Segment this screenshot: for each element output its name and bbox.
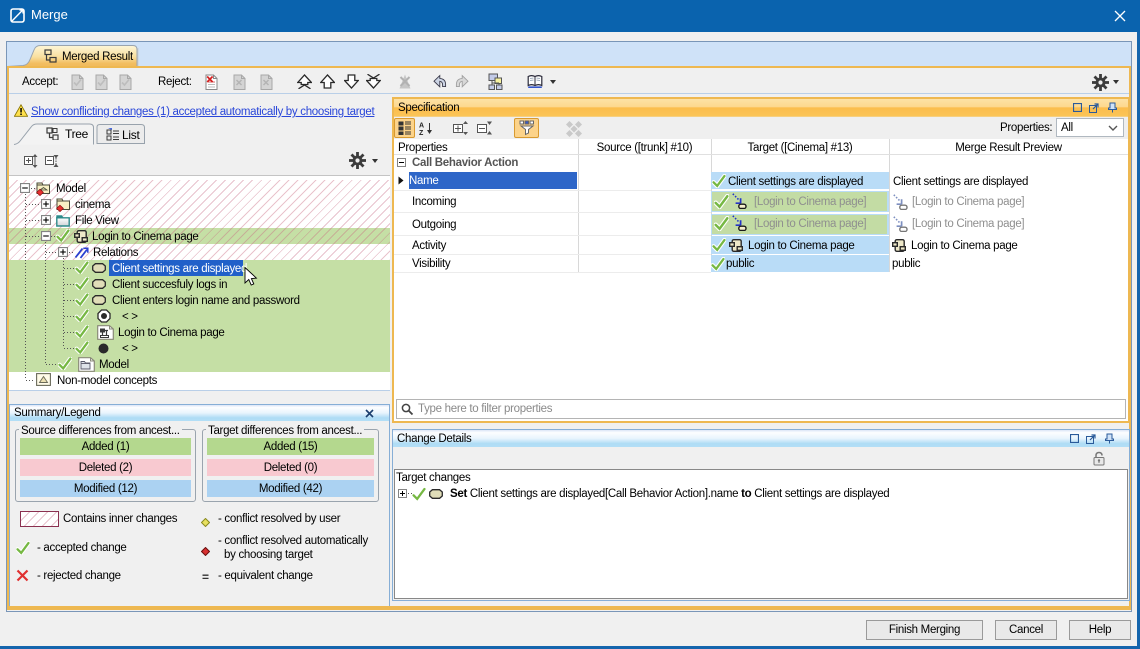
svg-text:Z: Z — [419, 130, 424, 135]
svg-text:A: A — [419, 123, 424, 130]
